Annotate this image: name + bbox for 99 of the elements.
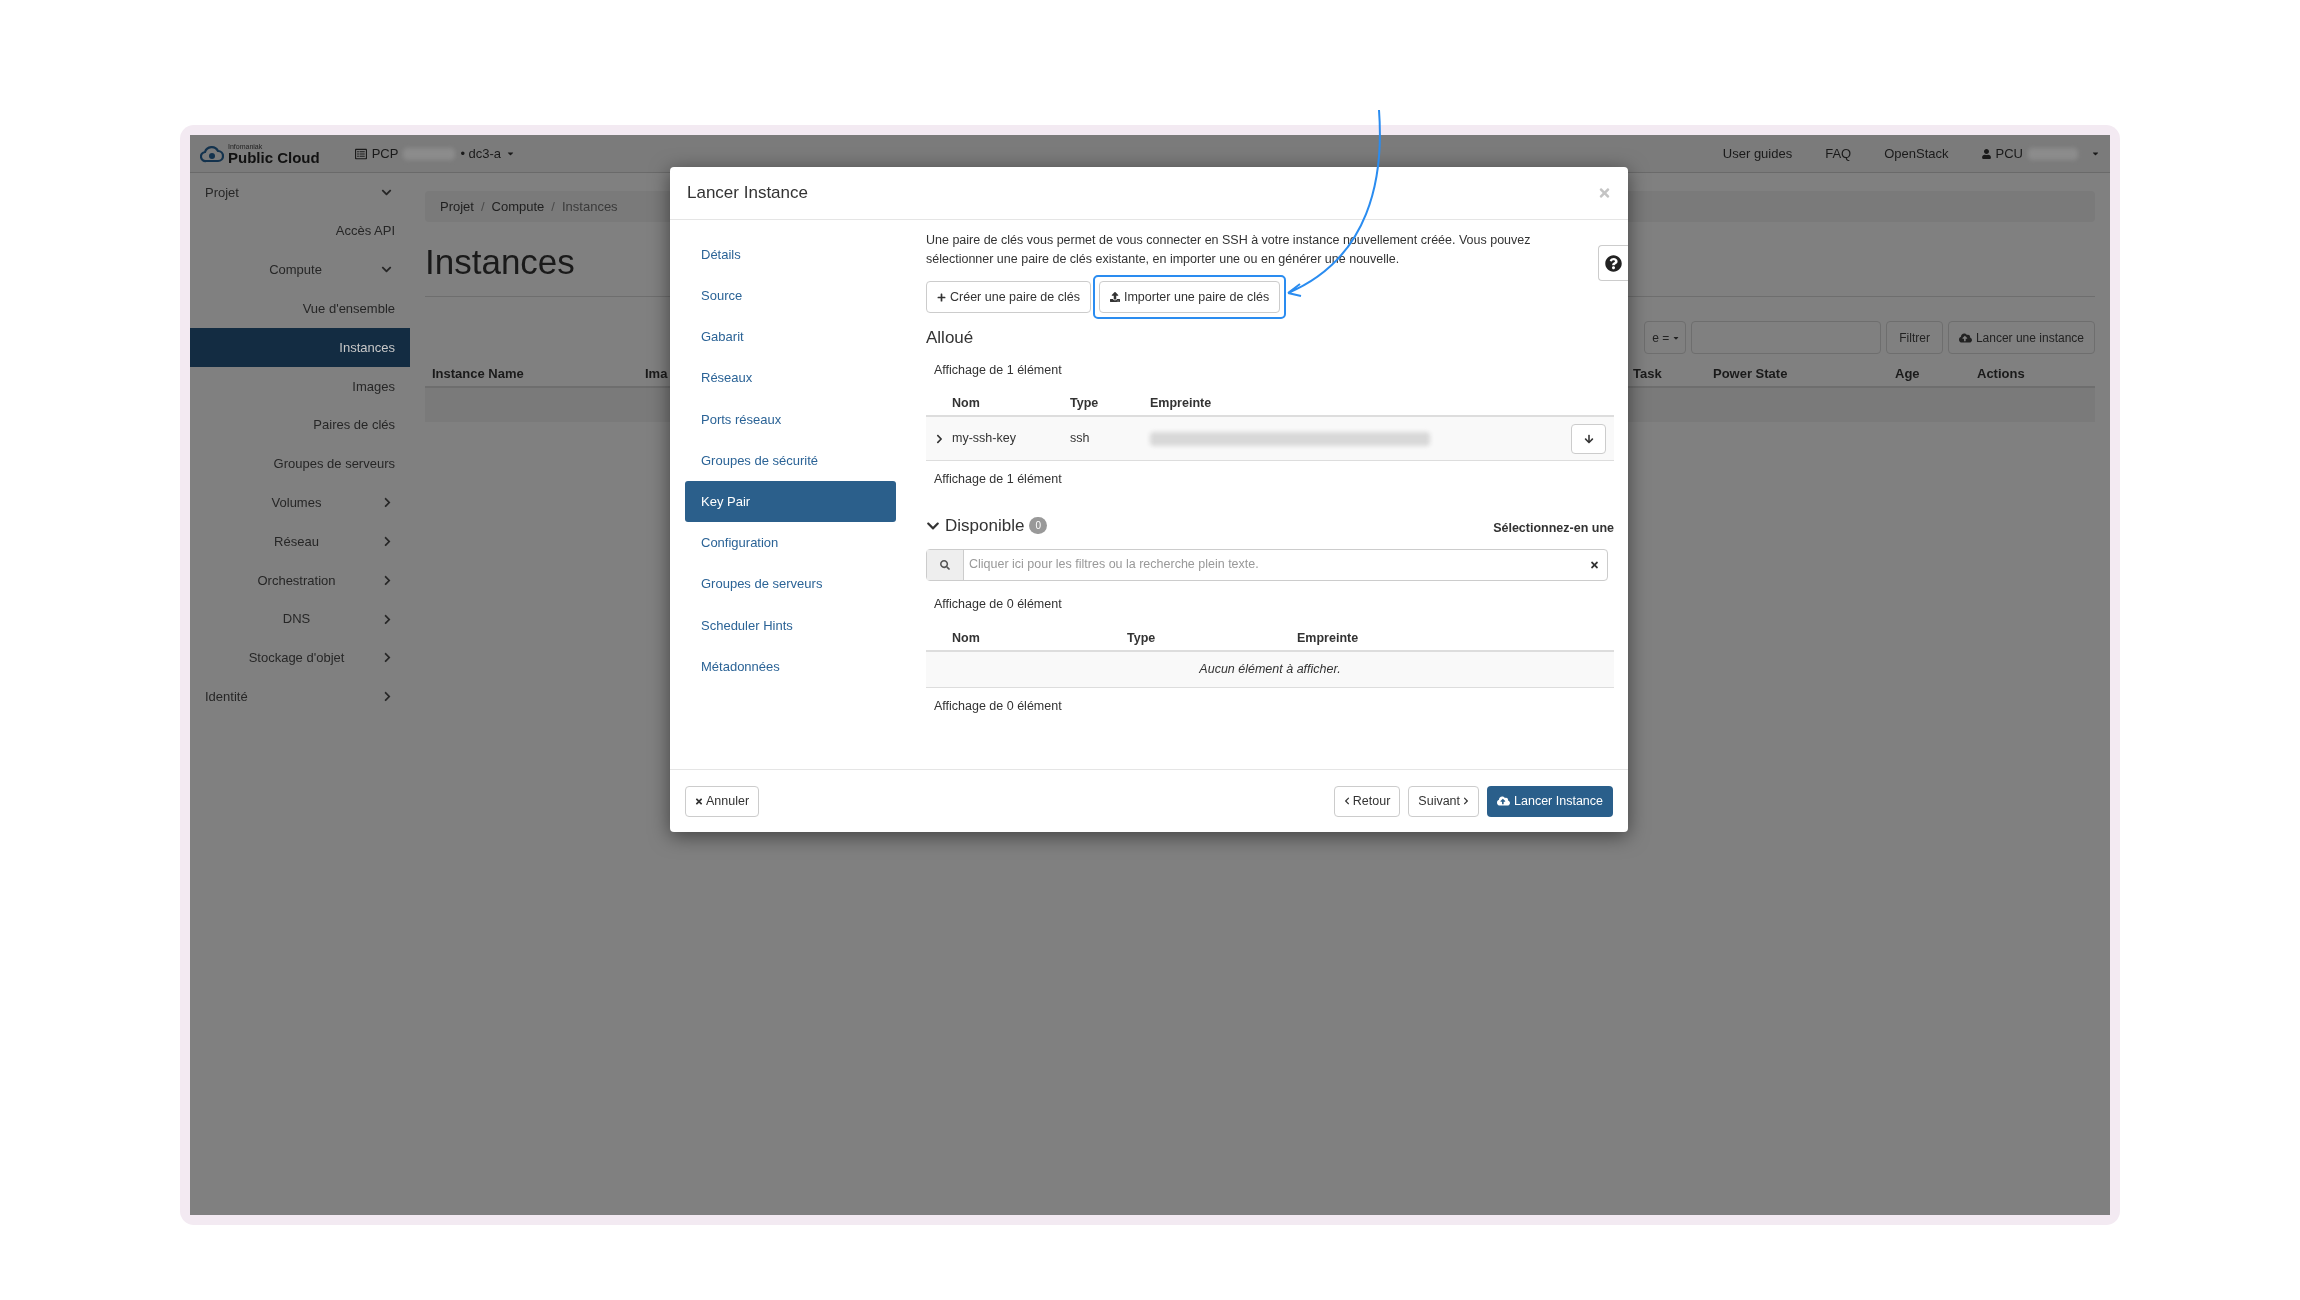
search-icon: [940, 559, 950, 570]
user-menu[interactable]: PCU: [1981, 143, 2100, 164]
section-title: Disponible: [945, 515, 1025, 537]
launch-instance-button[interactable]: Lancer une instance: [1947, 321, 2095, 354]
wizard-step[interactable]: Gabarit: [685, 316, 896, 358]
chevron-right-icon: [383, 613, 392, 625]
breadcrumb-item[interactable]: Compute: [491, 196, 545, 217]
sidebar-item[interactable]: Paires de clés: [190, 405, 410, 445]
wizard-step[interactable]: Ports réseaux: [685, 398, 896, 440]
wizard-step[interactable]: Métadonnées: [685, 645, 896, 688]
chevron-right-icon: [383, 691, 392, 703]
cloud-logo-icon: [200, 144, 224, 163]
item-count: Affichage de 1 élément: [933, 361, 1063, 379]
wizard-step[interactable]: Key Pair: [685, 481, 896, 523]
column-header: Instance Name: [432, 366, 524, 382]
project-selector[interactable]: PCP • dc3-a: [354, 143, 516, 164]
help-icon: [1605, 254, 1622, 272]
next-button[interactable]: Suivant: [1408, 785, 1480, 817]
column-header: Task: [1633, 366, 1662, 382]
table-cell-text: ssh: [1070, 430, 1091, 448]
page-title: Instances: [425, 241, 575, 283]
wizard-step[interactable]: Source: [685, 275, 896, 317]
chevron-right-icon: [383, 574, 392, 586]
user-label: PCU: [1995, 144, 2023, 163]
back-button[interactable]: Retour: [1333, 785, 1401, 817]
arrow-down-icon: [1583, 433, 1594, 444]
column-header: Empreinte: [1150, 394, 1213, 412]
column-header: Power State: [1713, 366, 1788, 382]
item-count: Affichage de 0 élément: [933, 698, 1063, 716]
count-badge: 0: [1029, 517, 1047, 535]
selection-hint: Sélectionnez-en une: [1493, 519, 1614, 537]
brand-name: Public Cloud: [228, 149, 320, 165]
item-count: Affichage de 0 élément: [933, 595, 1063, 613]
empty-table-row: Aucun élément à afficher.: [926, 652, 1614, 689]
cloud-upload-icon: [1958, 331, 1972, 344]
column-header: Ima: [645, 366, 668, 382]
region-label: • dc3-a: [460, 144, 502, 163]
sidebar-item[interactable]: Instances: [190, 328, 410, 367]
breadcrumb-separator: /: [551, 197, 555, 216]
plus-icon: [937, 292, 946, 302]
sidebar-item[interactable]: Orchestration: [190, 560, 410, 600]
chevron-right-icon: [383, 497, 392, 509]
section-title: Alloué: [926, 327, 975, 349]
breadcrumb-item: Instances: [561, 197, 618, 216]
clear-icon[interactable]: [1590, 559, 1599, 570]
sidebar-item[interactable]: Accès API: [190, 211, 410, 251]
sidebar-item[interactable]: Groupes de serveurs: [190, 444, 410, 484]
wizard-step[interactable]: Configuration: [685, 522, 896, 564]
section-toggle[interactable]: Disponible 0: [926, 513, 1047, 539]
item-count: Affichage de 1 élément: [933, 471, 1063, 489]
wizard-step[interactable]: Scheduler Hints: [685, 604, 896, 646]
breadcrumb-item[interactable]: Projet: [440, 196, 474, 217]
sidebar-item[interactable]: Compute: [190, 250, 410, 290]
column-header: Nom: [952, 629, 981, 647]
launch-instance-button[interactable]: Lancer Instance: [1487, 785, 1613, 817]
download-button[interactable]: [1571, 423, 1606, 454]
sidebar-item[interactable]: Vue d'ensemble: [190, 289, 410, 329]
help-button[interactable]: [1598, 245, 1628, 281]
import-key-pair-button[interactable]: Importer une paire de clés: [1098, 281, 1281, 313]
cancel-button[interactable]: Annuler: [685, 785, 760, 817]
column-header: Age: [1895, 366, 1920, 382]
chevron-right-icon: [383, 536, 392, 548]
sidebar-item[interactable]: Stockage d'objet: [190, 638, 410, 678]
project-label: PCP: [371, 144, 399, 163]
column-header: Empreinte: [1297, 629, 1360, 647]
chevron-left-icon: [1343, 797, 1350, 805]
chevron-right-icon: [1463, 797, 1470, 805]
caret-icon: [506, 149, 516, 158]
top-link[interactable]: OpenStack: [1884, 143, 1949, 164]
top-link[interactable]: FAQ: [1825, 143, 1852, 164]
wizard-step[interactable]: Détails: [685, 234, 896, 276]
close-icon: [695, 796, 703, 806]
list-icon: [354, 147, 367, 160]
column-header: Type: [1070, 394, 1100, 412]
wizard-step[interactable]: Réseaux: [685, 357, 896, 399]
wizard-step[interactable]: Groupes de sécurité: [685, 439, 896, 482]
breadcrumb-separator: /: [480, 197, 485, 216]
create-key-pair-button[interactable]: Créer une paire de clés: [926, 281, 1091, 313]
sidebar-item[interactable]: Projet: [190, 173, 410, 212]
sidebar-item[interactable]: Volumes: [190, 483, 410, 523]
wizard-step[interactable]: Groupes de serveurs: [685, 563, 896, 605]
table-cell-text: my-ssh-key: [952, 430, 1017, 448]
dialog-title: Lancer Instance: [687, 182, 808, 205]
chevron-right-icon[interactable]: [934, 433, 944, 444]
cloud-upload-icon: [1497, 795, 1511, 807]
filter-button[interactable]: Filtrer: [1886, 321, 1943, 354]
column-header: Type: [1127, 629, 1157, 647]
sidebar-item[interactable]: Images: [190, 367, 410, 406]
top-link[interactable]: User guides: [1722, 143, 1793, 164]
filter-dropdown[interactable]: e =: [1644, 321, 1687, 354]
upload-icon: [1109, 292, 1120, 302]
column-header: Nom: [952, 394, 981, 412]
column-header: Actions: [1977, 366, 2025, 382]
sidebar-item[interactable]: DNS: [190, 599, 410, 639]
chevron-right-icon: [383, 652, 392, 664]
sidebar-item[interactable]: Identité: [190, 677, 410, 717]
sidebar-item[interactable]: Réseau: [190, 522, 410, 561]
caret-icon: [2091, 149, 2100, 158]
user-icon: [1981, 148, 1991, 159]
